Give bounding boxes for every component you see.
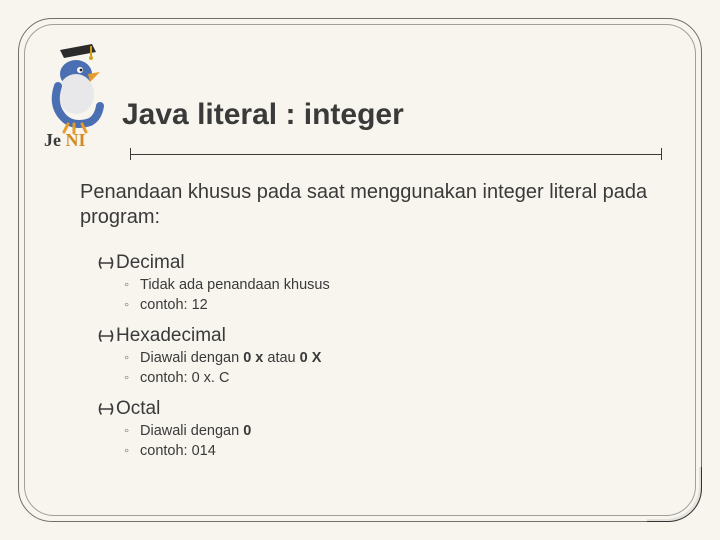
section-heading-decimal: Decimal	[102, 252, 660, 274]
title-rule	[122, 148, 670, 162]
item-text: Diawali dengan 0 x atau 0 X	[140, 350, 321, 366]
pisces-bullet-icon	[98, 252, 116, 274]
pisces-bullet-icon	[98, 398, 116, 420]
section-heading-octal: Octal	[102, 398, 660, 420]
item-text: contoh: 12	[140, 297, 208, 313]
item-text: contoh: 0 x. C	[140, 370, 229, 386]
slide: Je NI Java literal : integer Penandaan k…	[0, 0, 720, 540]
intro-text: Penandaan khusus pada saat menggunakan i…	[80, 180, 660, 230]
ring-bullet-icon: ◦	[124, 296, 140, 316]
ring-bullet-icon: ◦	[124, 276, 140, 296]
section-items-octal: ◦ Diawali dengan 0 ◦ contoh: 014	[124, 422, 660, 461]
section-heading-hex: Hexadecimal	[102, 325, 660, 347]
slide-body: Penandaan khusus pada saat menggunakan i…	[80, 180, 660, 471]
ring-bullet-icon: ◦	[124, 422, 140, 442]
pisces-bullet-icon	[98, 325, 116, 347]
ring-bullet-icon: ◦	[124, 369, 140, 389]
slide-title: Java literal : integer	[122, 98, 404, 132]
ring-bullet-icon: ◦	[124, 442, 140, 462]
section-heading-label: Hexadecimal	[116, 325, 226, 346]
item-text: Tidak ada penandaan khusus	[140, 277, 330, 293]
section-items-hex: ◦ Diawali dengan 0 x atau 0 X ◦ contoh: …	[124, 349, 660, 388]
ring-bullet-icon: ◦	[124, 349, 140, 369]
section-heading-label: Octal	[116, 398, 160, 419]
section-heading-label: Decimal	[116, 252, 185, 273]
item-text: Diawali dengan 0	[140, 423, 251, 439]
item-text: contoh: 014	[140, 443, 216, 459]
section-items-decimal: ◦ Tidak ada penandaan khusus ◦ contoh: 1…	[124, 276, 660, 315]
